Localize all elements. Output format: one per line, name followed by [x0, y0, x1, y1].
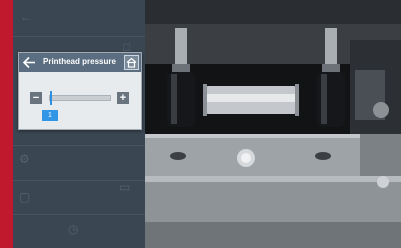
plus-icon: + [119, 92, 127, 104]
pressure-slider-handle[interactable] [50, 91, 52, 105]
minus-icon: − [32, 92, 40, 104]
dialog-title: Printhead pressure [43, 57, 116, 66]
increase-button[interactable]: + [117, 92, 129, 104]
accent-bar [0, 0, 13, 248]
document-icon: ▢ [19, 190, 31, 204]
printhead-pressure-dialog: Printhead pressure − + 1 [18, 52, 142, 130]
clock-icon: ◷ [68, 222, 79, 236]
printer-mechanism-photo [145, 0, 401, 248]
menu-divider [13, 36, 145, 37]
decrease-button[interactable]: − [30, 92, 42, 104]
pressure-value-badge: 1 [42, 110, 58, 121]
arrow-left-icon[interactable] [22, 56, 36, 69]
label-icon: ▭ [119, 180, 131, 194]
tool-icon: ⚙ [19, 152, 30, 166]
dialog-header: Printhead pressure [19, 53, 141, 72]
pressure-slider-track[interactable] [49, 95, 111, 101]
menu-divider [13, 214, 145, 215]
menu-divider [13, 145, 145, 146]
home-button[interactable] [124, 55, 139, 70]
back-arrow-icon: ← [20, 10, 32, 24]
home-icon [126, 57, 137, 68]
